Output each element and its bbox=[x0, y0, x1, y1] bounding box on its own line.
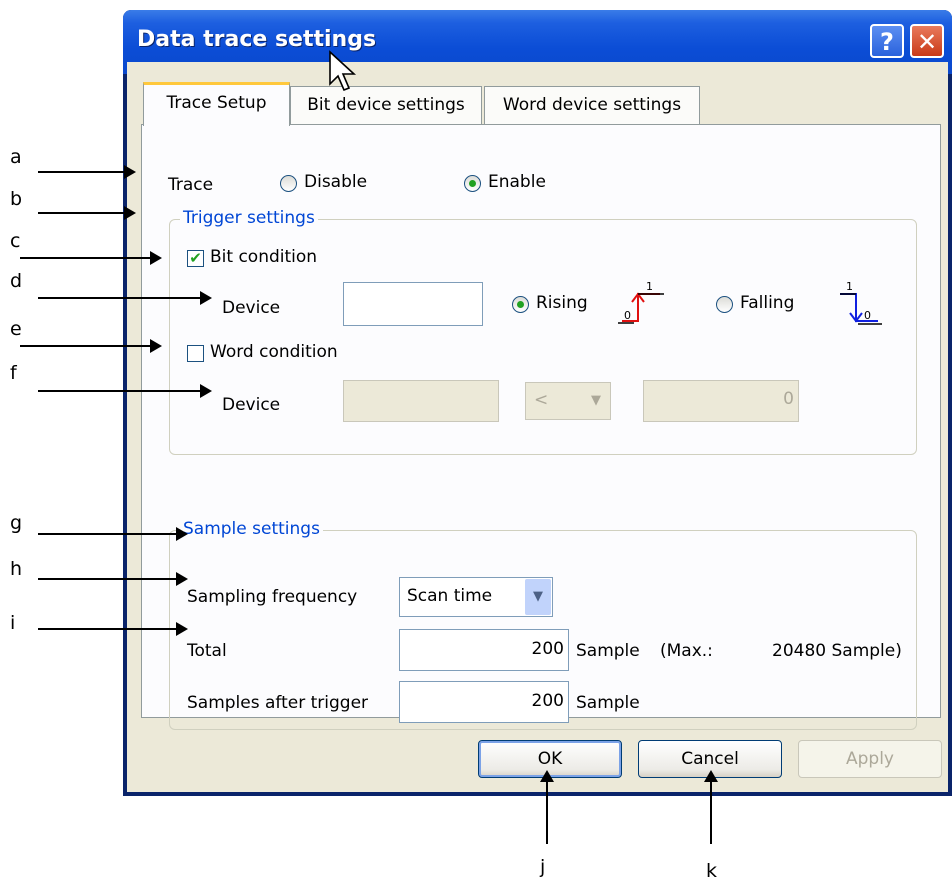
max-label: (Max.: bbox=[660, 641, 713, 661]
annotation-arrow-j bbox=[540, 770, 554, 844]
annotation-arrow-k bbox=[704, 770, 718, 844]
annotation-arrow-d bbox=[38, 291, 212, 305]
trigger-settings-legend: Trigger settings bbox=[180, 208, 318, 228]
bit-condition-checkbox[interactable]: ✔ bbox=[187, 250, 204, 267]
tab-word-device-settings[interactable]: Word device settings bbox=[484, 86, 700, 124]
annotation-g: g bbox=[10, 512, 23, 534]
sample-settings-legend: Sample settings bbox=[180, 519, 323, 539]
tab-trace-setup[interactable]: Trace Setup bbox=[143, 82, 290, 126]
trace-enable-label: Enable bbox=[488, 172, 546, 192]
trace-enable-radio[interactable] bbox=[464, 175, 481, 192]
trigger-settings-group: Trigger settings ✔ Bit condition Device … bbox=[169, 208, 917, 455]
rising-edge-icon: 1 0 bbox=[618, 280, 664, 324]
total-label: Total bbox=[187, 641, 227, 661]
samples-after-trigger-unit: Sample bbox=[576, 693, 640, 713]
dialog-title: Data trace settings bbox=[137, 27, 377, 52]
apply-button[interactable]: Apply bbox=[798, 740, 942, 778]
dialog-window: Data trace settings ? ✕ Trace Setup Bit … bbox=[123, 10, 952, 796]
rising-hi-text: 1 bbox=[646, 280, 653, 293]
annotation-arrow-c bbox=[20, 251, 162, 265]
annotation-arrow-i bbox=[38, 622, 188, 636]
trace-label: Trace bbox=[168, 175, 214, 195]
bit-device-label: Device bbox=[222, 298, 281, 318]
falling-radio[interactable] bbox=[716, 296, 733, 313]
tab-bit-device-settings[interactable]: Bit device settings bbox=[290, 86, 482, 124]
rising-lo-text: 0 bbox=[624, 309, 631, 322]
bit-device-input[interactable] bbox=[343, 282, 483, 326]
annotation-b: b bbox=[10, 188, 23, 210]
tab-panel: Trace Disable Enable Trigger settings ✔ … bbox=[141, 124, 941, 730]
chevron-down-icon: ▼ bbox=[583, 384, 609, 418]
rising-label: Rising bbox=[536, 293, 588, 313]
falling-lo-text: 0 bbox=[864, 309, 871, 322]
annotation-arrow-h bbox=[38, 572, 188, 586]
annotation-i: i bbox=[10, 612, 16, 634]
falling-edge-icon: 1 0 bbox=[840, 280, 882, 325]
sampling-frequency-value: Scan time bbox=[407, 586, 493, 606]
annotation-h: h bbox=[10, 558, 23, 580]
sampling-frequency-select[interactable]: Scan time ▼ bbox=[399, 577, 553, 617]
dialog-body: Trace Setup Bit device settings Word dev… bbox=[127, 62, 948, 792]
annotation-f: f bbox=[10, 362, 17, 384]
trace-disable-label: Disable bbox=[304, 172, 368, 192]
samples-after-trigger-input[interactable]: 200 bbox=[399, 681, 569, 723]
annotation-arrow-b bbox=[38, 206, 136, 220]
rising-radio[interactable] bbox=[512, 296, 529, 313]
annotation-a: a bbox=[10, 146, 22, 168]
word-device-label: Device bbox=[222, 395, 281, 415]
sampling-frequency-label: Sampling frequency bbox=[187, 587, 358, 607]
total-input[interactable]: 200 bbox=[399, 629, 569, 671]
trace-disable-radio[interactable] bbox=[280, 175, 297, 192]
annotation-c: c bbox=[10, 230, 21, 252]
operator-select[interactable]: < ▼ bbox=[525, 382, 611, 420]
falling-label: Falling bbox=[740, 293, 795, 313]
word-condition-label: Word condition bbox=[210, 342, 338, 362]
annotation-e: e bbox=[10, 318, 22, 340]
chevron-down-icon: ▼ bbox=[525, 579, 551, 615]
annotation-arrow-a bbox=[38, 165, 136, 179]
sample-settings-group: Sample settings Sampling frequency Scan … bbox=[169, 519, 917, 730]
word-device-input[interactable] bbox=[343, 380, 499, 422]
max-value: 20480 Sample) bbox=[772, 641, 902, 661]
close-button[interactable]: ✕ bbox=[910, 24, 944, 58]
annotation-j: j bbox=[540, 856, 546, 878]
compare-value-input[interactable]: 0 bbox=[643, 380, 799, 422]
mouse-cursor-icon bbox=[329, 50, 357, 92]
samples-after-trigger-label: Samples after trigger bbox=[187, 693, 369, 713]
total-unit: Sample bbox=[576, 641, 640, 661]
falling-hi-text: 1 bbox=[846, 280, 853, 293]
annotation-k: k bbox=[706, 860, 718, 882]
annotation-arrow-e bbox=[20, 339, 162, 353]
operator-value: < bbox=[534, 390, 549, 410]
word-condition-checkbox[interactable] bbox=[187, 345, 204, 362]
help-button[interactable]: ? bbox=[870, 24, 904, 58]
bit-condition-label: Bit condition bbox=[210, 247, 318, 267]
annotation-arrow-f bbox=[38, 384, 212, 398]
annotation-d: d bbox=[10, 270, 23, 292]
annotation-arrow-g bbox=[38, 527, 188, 541]
